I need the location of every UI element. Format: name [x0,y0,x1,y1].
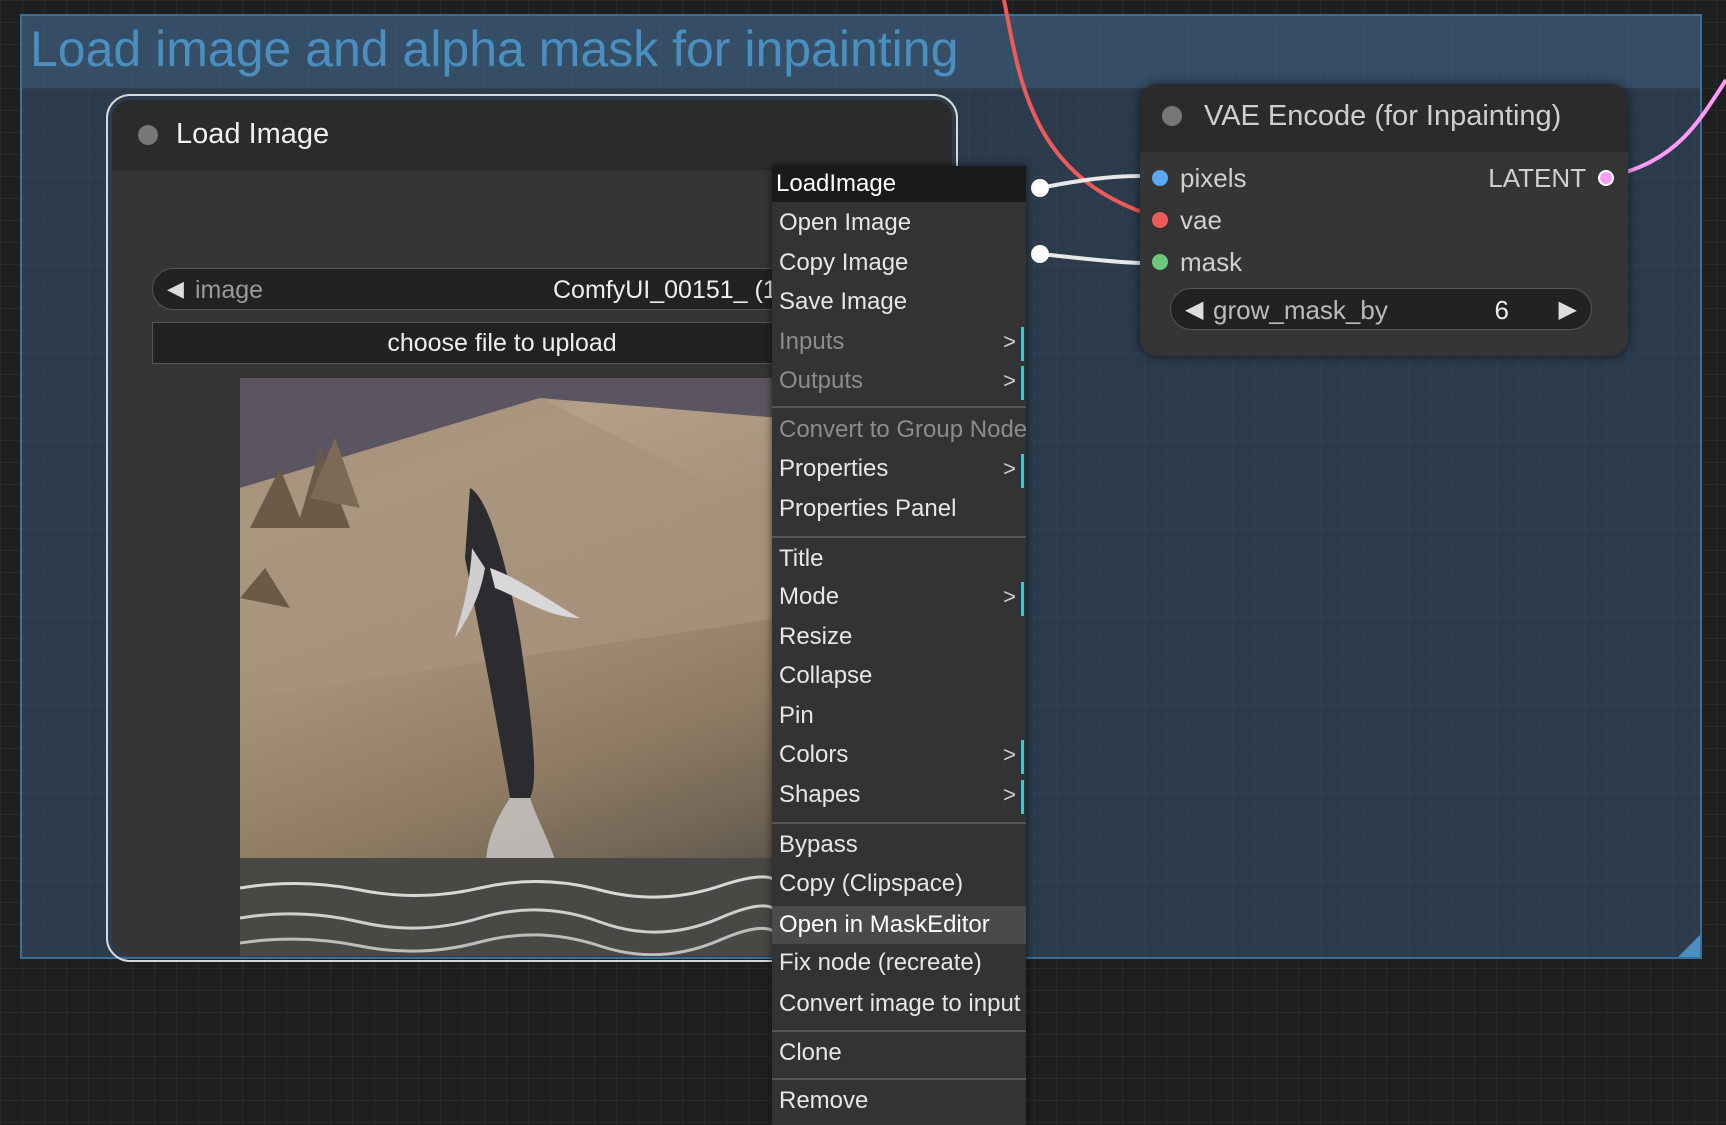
pixels-input-slot[interactable] [1152,170,1168,186]
submenu-arrow-icon: > [1003,584,1016,609]
node-title: Load Image [176,118,330,150]
vae-encode-node[interactable]: VAE Encode (for Inpainting) pixels vae m… [1140,84,1628,356]
widget-value: 6 [1494,295,1509,325]
grow-mask-by-widget[interactable]: ◀ grow_mask_by 6 ▶ [1170,288,1592,330]
menu-item-pin[interactable]: Pin [772,697,1026,735]
submenu-indicator [1021,582,1024,616]
menu-item-remove[interactable]: Remove [772,1082,1026,1120]
menu-item-save-image[interactable]: Save Image [772,283,1026,321]
image-combo-widget[interactable]: ◀ image ComfyUI_00151_ (1 [152,268,852,310]
menu-item-open-image[interactable]: Open Image [772,204,1026,242]
submenu-arrow-icon: > [1003,742,1016,767]
menu-item-shapes[interactable]: Shapes > [772,776,1026,814]
upload-button[interactable]: choose file to upload [152,322,852,364]
mask-input-label: mask [1180,247,1243,277]
menu-item-label: Inputs [779,328,845,355]
vae-input-label: vae [1180,205,1222,235]
menu-item-label: Mode [779,583,840,610]
mask-reroute-dot [1031,245,1049,263]
submenu-indicator [1021,327,1024,361]
menu-item-fix-node[interactable]: Fix node (recreate) [772,944,1026,982]
menu-separator [772,1030,1026,1032]
widget-value: ComfyUI_00151_ (1 [553,276,777,304]
submenu-arrow-icon: > [1003,456,1016,481]
menu-item-copy-clipspace[interactable]: Copy (Clipspace) [772,865,1026,903]
pixels-input-label: pixels [1180,163,1247,193]
vae-input-slot[interactable] [1152,212,1168,228]
menu-item-outputs: Outputs > [772,362,1026,400]
combo-left-arrow-icon[interactable]: ◀ [167,276,184,302]
node-title: VAE Encode (for Inpainting) [1204,100,1562,132]
increment-arrow-icon[interactable]: ▶ [1559,295,1577,324]
mask-input-slot[interactable] [1152,254,1168,270]
menu-item-convert-to-group-node: Convert to Group Node [779,416,1028,443]
menu-item-label: Colors [779,741,849,768]
mask-wire [1039,252,1141,265]
latent-output-slot[interactable] [1598,170,1614,186]
menu-separator [772,1078,1026,1080]
context-menu-title: LoadImage [772,166,1026,202]
vae-wire [1002,0,1161,220]
menu-item-bypass[interactable]: Bypass [772,826,1026,864]
menu-separator [772,822,1026,824]
widget-name: grow_mask_by [1213,295,1388,325]
preview-art [240,378,780,956]
menu-item-collapse[interactable]: Collapse [772,657,1026,695]
node-titlebar[interactable]: Load Image [112,100,952,170]
menu-separator [772,406,1026,408]
submenu-arrow-icon: > [1003,329,1016,354]
image-preview [240,378,780,956]
submenu-arrow-icon: > [1003,782,1016,807]
node-titlebar[interactable]: VAE Encode (for Inpainting) [1140,84,1628,152]
menu-item-copy-image[interactable]: Copy Image [772,244,1026,282]
submenu-indicator [1021,454,1024,488]
menu-item-label: Outputs [779,367,864,394]
pixels-reroute-dot [1031,179,1049,197]
latent-output-label: LATENT [1488,163,1586,193]
menu-item-resize[interactable]: Resize [772,618,1026,656]
collapse-dot-icon[interactable] [1162,106,1182,126]
menu-item-colors[interactable]: Colors > [772,736,1026,774]
submenu-arrow-icon: > [1003,368,1016,393]
decrement-arrow-icon[interactable]: ◀ [1185,295,1203,324]
menu-item-mode[interactable]: Mode > [772,578,1026,616]
menu-item-label: Shapes [779,781,861,808]
menu-separator [772,536,1026,538]
menu-item-clone[interactable]: Clone [772,1034,1026,1072]
menu-item-properties-panel[interactable]: Properties Panel [772,490,1026,528]
submenu-indicator [1021,366,1024,400]
widget-name: image [195,276,264,304]
menu-item-convert-image-to-input[interactable]: Convert image to input [772,985,1026,1023]
menu-item-open-in-maskeditor[interactable]: Open in MaskEditor [772,906,1026,944]
collapse-dot-icon[interactable] [138,125,158,145]
menu-item-properties[interactable]: Properties > [772,450,1026,488]
menu-item-inputs: Inputs > [772,323,1026,361]
menu-item-title[interactable]: Title [772,540,1026,578]
context-menu[interactable]: LoadImage Open Image Copy Image Save Ima… [772,166,1028,1125]
menu-item-label: Properties [779,455,889,482]
submenu-indicator [1021,740,1024,774]
submenu-indicator [1021,780,1024,814]
latent-wire [1625,78,1726,174]
